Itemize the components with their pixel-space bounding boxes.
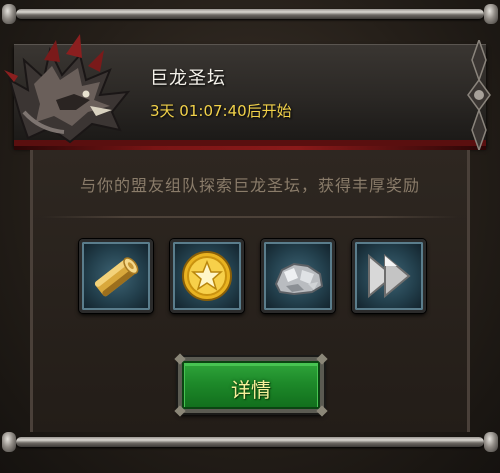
divider xyxy=(42,216,458,218)
details-button-label: 详情 xyxy=(231,378,271,402)
reward-slot-silver[interactable] xyxy=(261,239,335,313)
double-arrow-icon xyxy=(368,253,411,299)
event-title: 巨龙圣坛 xyxy=(150,68,226,89)
event-description: 与你的盟友组队探索巨龙圣坛，获得丰厚奖励 xyxy=(79,176,420,195)
bottom-scroll-rod xyxy=(0,432,500,452)
details-button[interactable]: 详情 xyxy=(174,353,328,417)
gold-coin-star-icon xyxy=(182,251,232,301)
header-ornament-icon xyxy=(467,40,491,150)
reward-slot-more[interactable] xyxy=(352,239,426,313)
dragon-emblem-icon xyxy=(4,34,131,144)
event-panel: 巨龙圣坛 3天 01:07:40后开始 与你的盟友组队探索巨龙圣坛，获得丰厚奖励 xyxy=(0,0,500,473)
wood-log-icon xyxy=(94,257,139,297)
reward-slot-wood[interactable] xyxy=(79,239,153,313)
reward-slot-gold[interactable] xyxy=(170,239,244,313)
event-countdown: 3天 01:07:40后开始 xyxy=(150,102,292,120)
silver-ore-icon xyxy=(274,262,324,296)
